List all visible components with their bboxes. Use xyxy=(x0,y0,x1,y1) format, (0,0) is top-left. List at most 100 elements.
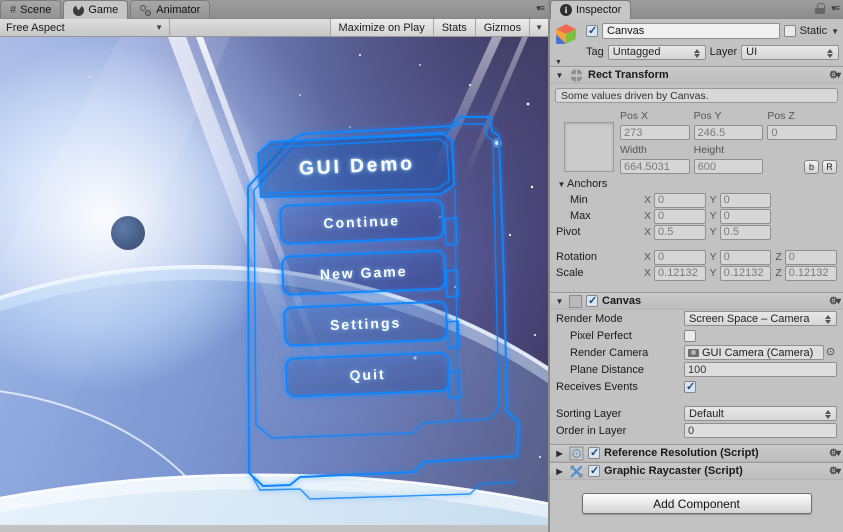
rotation-z-field[interactable]: 0 xyxy=(784,249,837,265)
rotation-x-field[interactable]: 0 xyxy=(654,249,706,265)
anchors-foldout[interactable]: ▼ Anchors xyxy=(550,176,843,192)
anchor-max-y-field[interactable]: 0 xyxy=(719,208,772,224)
rotation-y-field[interactable]: 0 xyxy=(719,249,772,265)
inspector-menu-icon[interactable] xyxy=(831,3,839,14)
max-label: Max xyxy=(570,210,591,222)
gear-icon[interactable] xyxy=(829,448,839,459)
receives-events-row: Receives Events xyxy=(550,378,843,395)
tab-inspector[interactable]: i Inspector xyxy=(550,0,632,19)
anchors-min-row: Min X0 Y0 xyxy=(550,192,843,208)
pivot-row: Pivot X 0.5 Y 0.5 xyxy=(550,224,843,240)
width-field[interactable]: 664.5031 xyxy=(620,159,690,174)
gizmos-dropdown-arrow[interactable]: ▼ xyxy=(529,19,548,36)
stats-button[interactable]: Stats xyxy=(432,19,475,36)
graphic-raycaster-header[interactable]: ▶ Graphic Raycaster (Script) xyxy=(550,462,843,480)
popup-arrows-icon xyxy=(825,315,832,324)
tab-game[interactable]: Game xyxy=(63,0,129,19)
sorting-layer-value: Default xyxy=(689,407,724,420)
scale-x-field[interactable]: 0.12132 xyxy=(654,265,706,281)
rect-transform-title: Rect Transform xyxy=(588,69,669,81)
popup-arrows-icon xyxy=(827,48,834,58)
foldout-open-icon[interactable]: ▼ xyxy=(556,180,567,189)
active-checkbox[interactable] xyxy=(586,24,598,37)
height-field[interactable]: 600 xyxy=(693,159,764,174)
panel-menu-icon[interactable] xyxy=(536,3,544,14)
sorting-layer-dropdown[interactable]: Default xyxy=(684,406,837,421)
settings-button[interactable]: Settings xyxy=(282,300,449,347)
pos-z-label: Pos Z xyxy=(767,109,795,122)
inspector-pane: i Inspector ▼ xyxy=(550,0,843,532)
gameobject-header: ▼ Static ▼ Tag Untagged Layer xyxy=(550,19,843,66)
pos-z-field[interactable]: 0 xyxy=(767,125,837,140)
name-input[interactable] xyxy=(602,23,780,39)
scale-y-field[interactable]: 0.12132 xyxy=(719,265,772,281)
moon xyxy=(111,216,145,250)
foldout-closed-icon[interactable]: ▶ xyxy=(554,449,565,458)
tab-scene[interactable]: # Scene xyxy=(0,0,62,18)
popup-arrows-icon xyxy=(693,48,701,58)
render-camera-field[interactable]: GUI Camera (Camera) xyxy=(684,345,824,360)
pos-y-field[interactable]: 246.5 xyxy=(693,125,764,140)
foldout-open-icon[interactable]: ▼ xyxy=(554,297,565,306)
anchor-max-x-field[interactable]: 0 xyxy=(654,208,706,224)
object-picker-icon[interactable] xyxy=(826,347,837,358)
raw-edit-mode-button[interactable]: R xyxy=(821,159,837,174)
static-checkbox[interactable] xyxy=(783,25,796,37)
plane-distance-row: Plane Distance 100 xyxy=(550,361,843,378)
add-component-label: Add Component xyxy=(653,496,740,511)
gear-icon[interactable] xyxy=(829,296,839,307)
scale-z-field[interactable]: 0.12132 xyxy=(784,265,837,281)
pos-x-field[interactable]: 273 xyxy=(620,125,690,140)
gameobject-icon[interactable]: ▼ xyxy=(554,22,582,66)
tag-dropdown[interactable]: Untagged xyxy=(607,44,706,60)
tab-scene-label: Scene xyxy=(20,3,52,16)
gear-icon[interactable] xyxy=(829,70,839,81)
tab-animator[interactable]: Animator xyxy=(130,0,211,18)
add-component-button[interactable]: Add Component xyxy=(581,493,812,514)
scene-icon: # xyxy=(10,3,17,16)
foldout-open-icon[interactable]: ▼ xyxy=(554,71,565,80)
lock-icon[interactable] xyxy=(815,3,826,14)
gear-icon[interactable] xyxy=(829,466,839,477)
rect-transform-body: Pos X Pos Y Pos Z 273 246.5 0 Width Heig… xyxy=(550,106,843,176)
pixel-perfect-label: Pixel Perfect xyxy=(570,329,632,342)
render-camera-value: GUI Camera (Camera) xyxy=(702,346,814,359)
pixel-perfect-checkbox[interactable] xyxy=(684,329,696,342)
continue-button[interactable]: Continue xyxy=(278,198,445,245)
quit-button[interactable]: Quit xyxy=(284,351,451,398)
new-game-label: New Game xyxy=(319,263,408,283)
stats-label: Stats xyxy=(441,21,467,34)
maximize-on-play-button[interactable]: Maximize on Play xyxy=(329,19,433,36)
unity-editor-window: # Scene Game Animator Free Aspect ▼ Maxi… xyxy=(0,0,843,532)
new-game-button[interactable]: New Game xyxy=(280,249,447,296)
canvas-enabled-checkbox[interactable] xyxy=(586,294,598,307)
static-dropdown-arrow[interactable]: ▼ xyxy=(831,27,839,36)
gizmos-button[interactable]: Gizmos xyxy=(474,19,530,36)
blueprint-mode-button[interactable]: b xyxy=(803,159,819,174)
pivot-y-field[interactable]: 0.5 xyxy=(719,224,772,240)
receives-events-checkbox[interactable] xyxy=(684,380,696,393)
render-mode-dropdown[interactable]: Screen Space – Camera xyxy=(684,311,837,326)
settings-label: Settings xyxy=(329,314,402,334)
aspect-label: Free Aspect xyxy=(6,21,65,34)
render-mode-value: Screen Space – Camera xyxy=(689,312,810,325)
pivot-x-field[interactable]: 0.5 xyxy=(654,224,706,240)
graphic-raycaster-enabled-checkbox[interactable] xyxy=(588,464,600,477)
anchor-min-x-field[interactable]: 0 xyxy=(654,192,706,208)
reference-resolution-enabled-checkbox[interactable] xyxy=(588,446,600,459)
plane-distance-field[interactable]: 100 xyxy=(684,362,837,377)
anchor-min-y-field[interactable]: 0 xyxy=(719,192,772,208)
graphic-raycaster-title: Graphic Raycaster (Script) xyxy=(604,465,743,477)
camera-icon xyxy=(688,348,699,357)
reference-resolution-header[interactable]: ▶ Reference Resolution (Script) xyxy=(550,444,843,462)
render-mode-row: Render Mode Screen Space – Camera xyxy=(550,310,843,327)
aspect-dropdown[interactable]: Free Aspect ▼ xyxy=(0,19,170,36)
rect-transform-header[interactable]: ▼ Rect Transform xyxy=(550,66,843,84)
anchor-preview-box[interactable] xyxy=(564,122,614,172)
info-icon: i xyxy=(560,4,572,16)
foldout-closed-icon[interactable]: ▶ xyxy=(554,467,565,476)
canvas-component-header[interactable]: ▼ Canvas xyxy=(550,292,843,310)
render-mode-label: Render Mode xyxy=(556,312,623,325)
layer-dropdown[interactable]: UI xyxy=(741,44,839,60)
order-in-layer-field[interactable]: 0 xyxy=(684,423,837,438)
